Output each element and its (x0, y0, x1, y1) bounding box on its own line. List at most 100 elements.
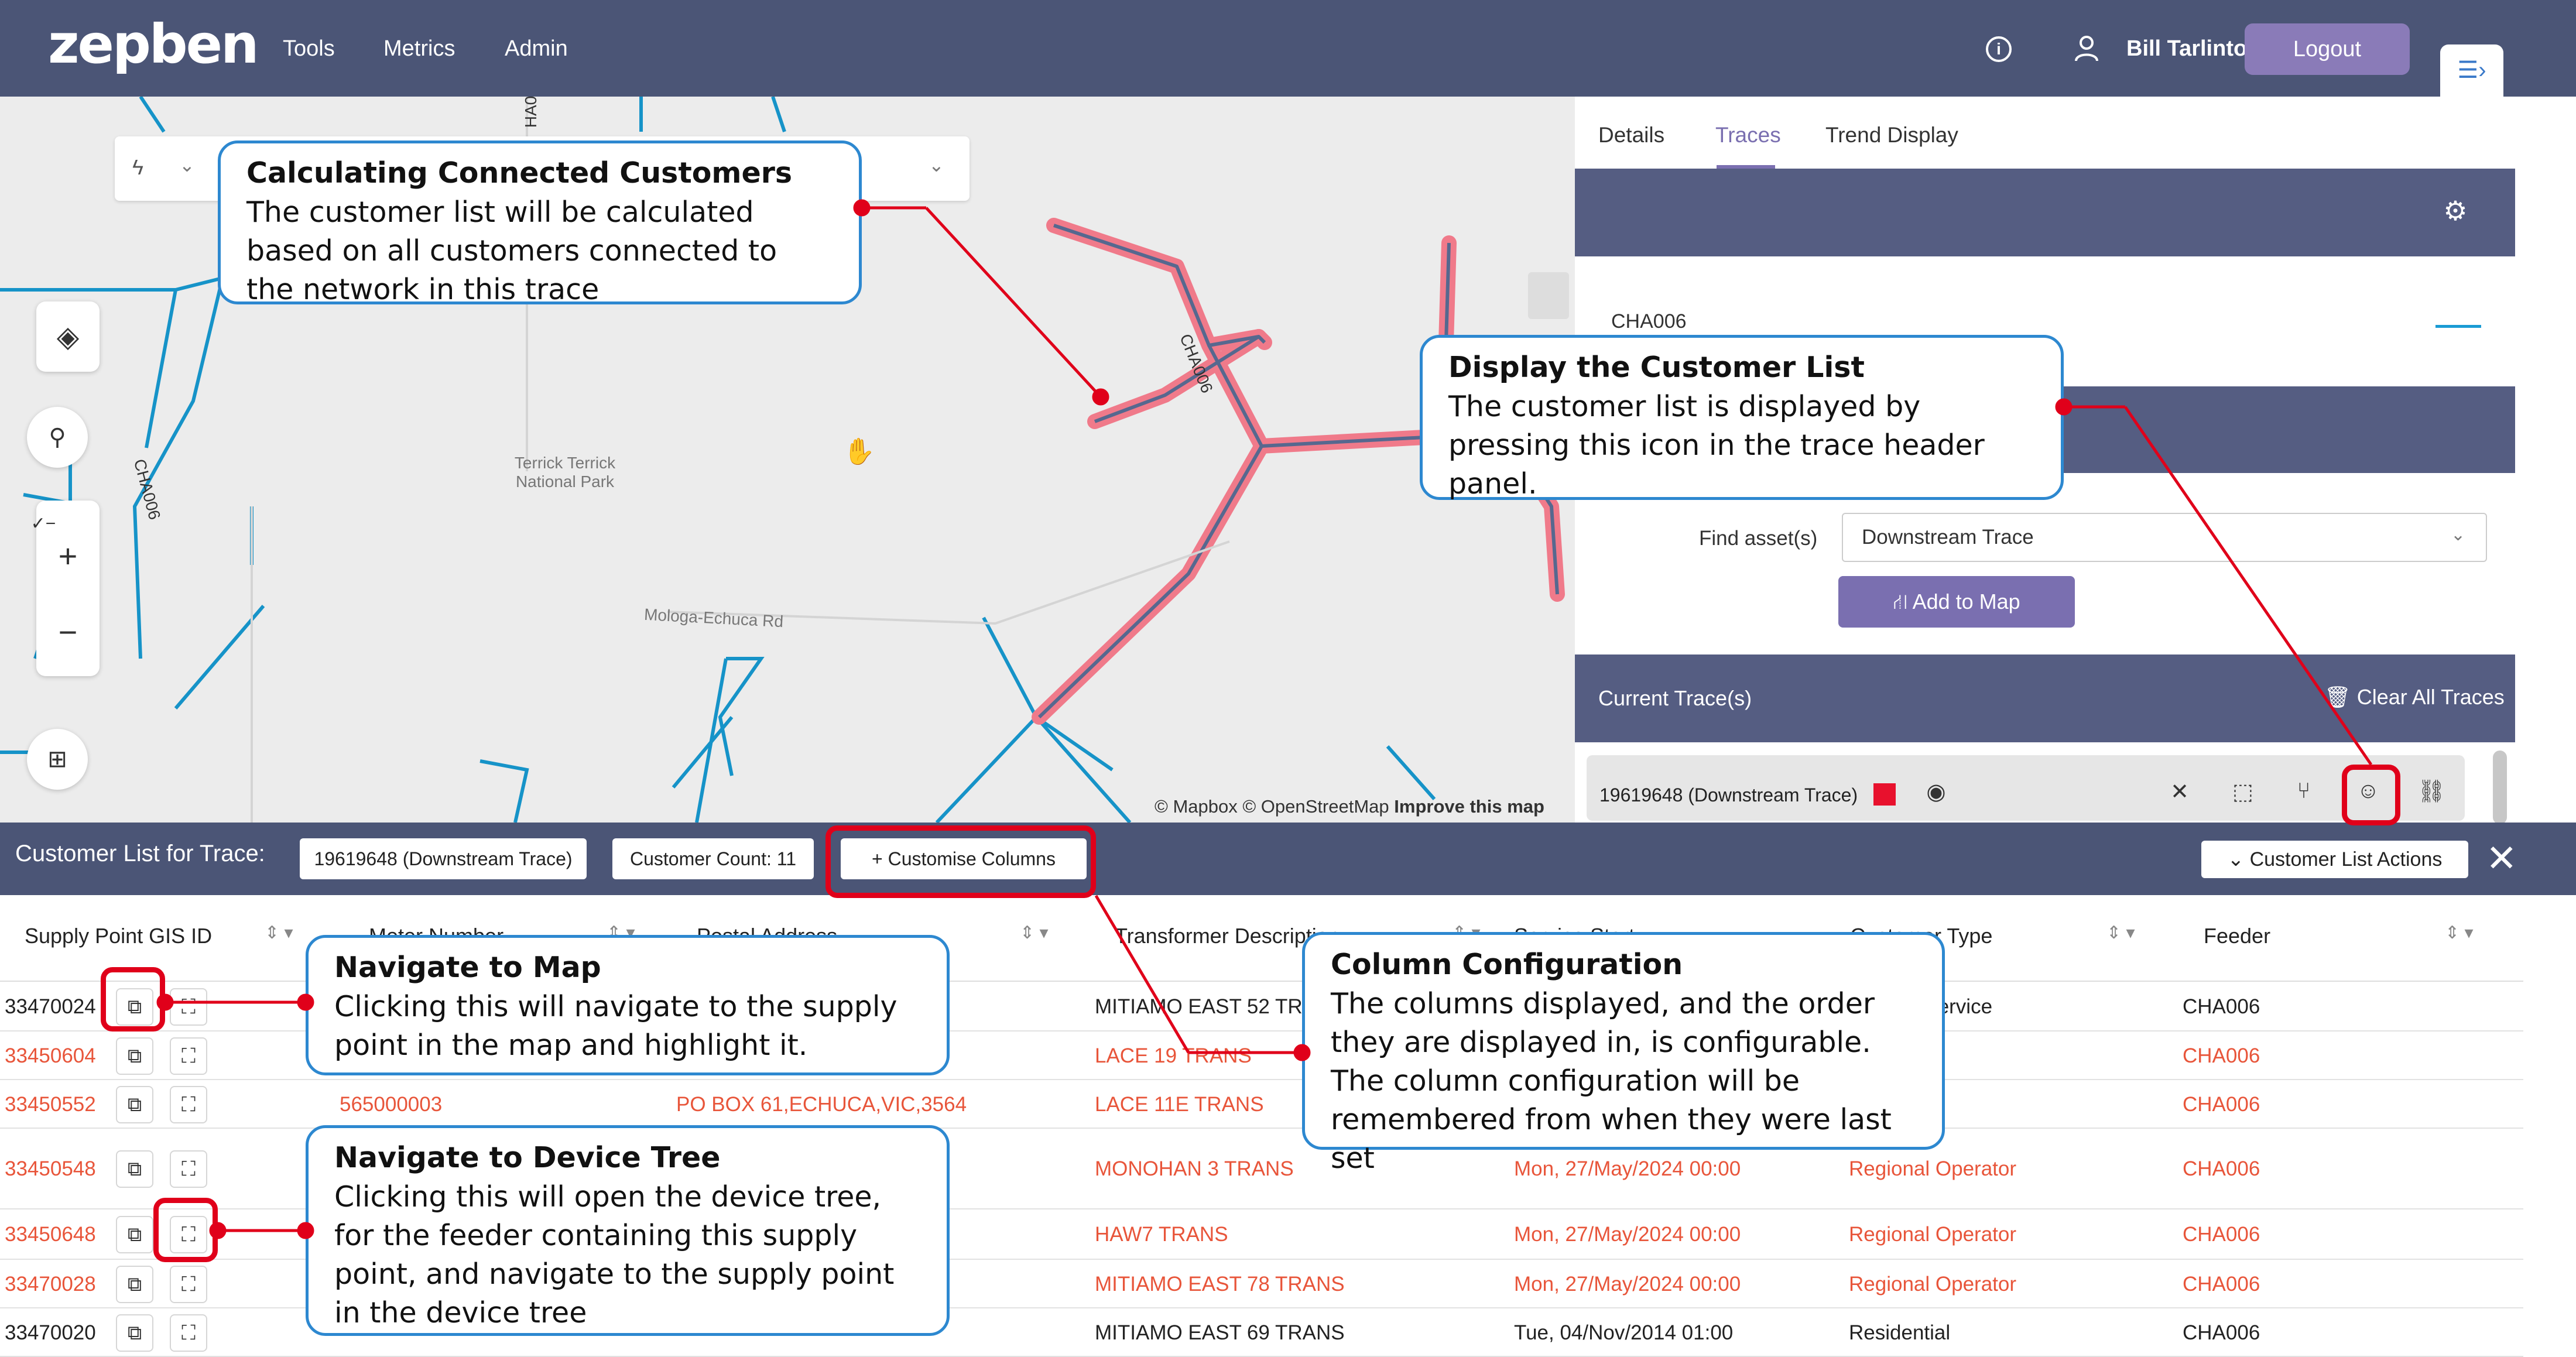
chevron-down-icon[interactable]: ⌄ (929, 154, 944, 176)
feeder-cell: CHA006 (2183, 1223, 2260, 1246)
map-label-park: Terrick Terrick National Park (514, 454, 616, 491)
highlight-customer-list-icon (2342, 765, 2400, 825)
navigate-to-map-icon[interactable]: ⧉ (116, 1314, 153, 1352)
trace-name: CHA006 (1611, 310, 1687, 333)
zoom-out-icon[interactable]: − (36, 606, 100, 659)
tab-details[interactable]: Details (1598, 123, 1664, 148)
supply-point-id-cell[interactable]: 33450648 (5, 1223, 96, 1246)
callout-title: Display the Customer List (1448, 351, 1865, 384)
postal-address-cell: PO BOX 61,ECHUCA,VIC,3564 (676, 1092, 967, 1116)
zoom-to-trace-icon[interactable]: ⬚ (2228, 779, 2258, 805)
panel-scrollbar[interactable] (2493, 751, 2507, 824)
transformer-description-cell: HAW7 TRANS (1095, 1223, 1228, 1246)
callout-title: Navigate to Device Tree (334, 1141, 721, 1174)
hierarchy-icon[interactable]: ⚲ (27, 407, 88, 468)
map-attribution: © Mapbox © OpenStreetMap Improve this ma… (1155, 796, 1544, 817)
gift-icon[interactable]: ⊞ (27, 729, 88, 790)
find-assets-select[interactable]: Downstream Trace (1842, 513, 2487, 562)
customer-list-actions-button[interactable]: ⌄ Customer List Actions (2201, 841, 2468, 878)
device-tree-icon[interactable]: ⛶ (170, 1037, 207, 1075)
navigate-to-map-icon[interactable]: ⧉ (116, 1037, 153, 1075)
device-tree-icon[interactable]: ⛶ (170, 1150, 207, 1188)
trace-color-swatch[interactable] (1873, 783, 1896, 806)
improve-map-link[interactable]: Improve this map (1394, 796, 1544, 817)
trace-header-band (1575, 169, 2515, 256)
transformer-description-cell: MITIAMO EAST 78 TRANS (1095, 1272, 1345, 1296)
gear-icon[interactable]: ⚙ (2441, 197, 2469, 225)
clear-all-traces-label: Clear All Traces (2356, 685, 2505, 709)
sort-icon[interactable]: ⇕ ▾ (2445, 923, 2474, 943)
user-icon (2075, 36, 2098, 61)
supply-point-id-cell[interactable]: 33450548 (5, 1157, 96, 1181)
callout-device-tree: Navigate to Device Tree Clicking this wi… (306, 1125, 950, 1336)
trace-chip: 19619648 (Downstream Trace) (300, 838, 587, 879)
nav-metrics[interactable]: Metrics (383, 36, 455, 61)
attribution-text: © Mapbox © OpenStreetMap (1155, 796, 1389, 817)
callout-title: Navigate to Map (334, 951, 601, 984)
feeder-cell: CHA006 (2183, 1092, 2260, 1116)
close-icon[interactable]: ✕ (2486, 835, 2517, 882)
customer-list-actions-label: Customer List Actions (2249, 848, 2443, 871)
chevron-down-icon[interactable]: ⌄ (179, 154, 195, 176)
tab-traces[interactable]: Traces (1715, 123, 1781, 148)
navigate-to-map-icon[interactable]: ⧉ (116, 1085, 153, 1123)
trash-icon: 🗑 (2324, 685, 2357, 709)
device-tree-icon[interactable]: ⛶ (170, 1265, 207, 1303)
callout-body: The columns displayed, and the order the… (1331, 987, 1892, 1175)
device-tree-icon[interactable]: ⛶ (170, 1314, 207, 1352)
find-assets-label: Find asset(s) (1699, 527, 1818, 550)
service-start-cell: Tue, 04/Nov/2014 01:00 (1514, 1321, 1734, 1344)
callout-title: Calculating Connected Customers (246, 156, 793, 190)
zoom-in-icon[interactable]: + (36, 530, 100, 582)
add-to-map-label: Add to Map (1912, 590, 2020, 614)
close-icon[interactable]: ✕ (2165, 779, 2194, 805)
navigate-to-map-icon[interactable]: ⧉ (116, 1216, 153, 1253)
eye-icon[interactable]: ◉ (1921, 779, 1951, 805)
callout-body: Clicking this will open the device tree,… (334, 1180, 895, 1329)
clear-all-traces-button[interactable]: 🗑 Clear All Traces (2324, 685, 2505, 710)
column-header[interactable]: Supply Point GIS ID (25, 924, 212, 948)
customer-count-chip: Customer Count: 11 (612, 838, 814, 879)
navigate-to-map-icon[interactable]: ⧉ (116, 1150, 153, 1188)
chevron-down-icon: ⌄ (2451, 525, 2466, 544)
logout-button[interactable]: Logout (2245, 23, 2410, 75)
panel-toggle-icon[interactable]: ☰› (2440, 44, 2503, 97)
meter-number-cell: 565000003 (340, 1092, 443, 1116)
checklist-icon[interactable]: ✓− (28, 513, 59, 534)
supply-point-id-cell[interactable]: 33450552 (5, 1093, 96, 1116)
callout-body: Clicking this will navigate to the suppl… (334, 990, 898, 1062)
chevron-down-icon: ⌄ (2227, 848, 2250, 871)
navigate-to-map-icon[interactable]: ⧉ (116, 1265, 153, 1303)
customer-type-cell: Regional Operator (1849, 1223, 2016, 1246)
sort-icon[interactable]: ⇕ ▾ (265, 923, 293, 943)
zepben-logo[interactable]: zepben (48, 13, 259, 76)
callout-column-config: Column Configuration The columns display… (1302, 932, 1945, 1175)
layers-icon[interactable]: ◈ (36, 301, 100, 372)
trace-row-label: 19619648 (Downstream Trace) (1599, 784, 1858, 806)
supply-point-id-cell[interactable]: 33470020 (5, 1321, 96, 1345)
info-icon[interactable]: i (1986, 36, 2012, 62)
feeder-cell: CHA006 (2183, 1157, 2260, 1180)
feeder-cell: CHA006 (2183, 1321, 2260, 1344)
tab-trend-display[interactable]: Trend Display (1825, 123, 1958, 148)
highlight-navigate-map (101, 967, 165, 1032)
link-icon[interactable]: ⛓ (2417, 779, 2446, 804)
trace-line-swatch (2435, 325, 2481, 328)
device-tree-icon[interactable]: ⛶ (170, 988, 207, 1026)
nav-tools[interactable]: Tools (283, 36, 335, 61)
current-traces-label: Current Trace(s) (1598, 686, 1752, 710)
sort-icon[interactable]: ⇕ ▾ (1020, 923, 1049, 943)
device-tree-icon[interactable]: ⛶ (170, 1085, 207, 1123)
supply-point-id-cell[interactable]: 33450604 (5, 1044, 96, 1068)
add-to-map-button[interactable]: ⛙ Add to Map (1838, 576, 2075, 628)
callout-body: The customer list is displayed by pressi… (1448, 390, 1985, 501)
username[interactable]: Bill Tarlinton (2126, 36, 2260, 61)
sort-icon[interactable]: ⇕ ▾ (2106, 923, 2135, 943)
column-header[interactable]: Feeder (2204, 924, 2270, 948)
transformer-description-cell: MONOHAN 3 TRANS (1095, 1157, 1294, 1180)
customer-list-title: Customer List for Trace: (15, 841, 265, 866)
branch-icon[interactable]: ⑂ (2289, 779, 2318, 804)
supply-point-id-cell[interactable]: 33470024 (5, 995, 96, 1019)
supply-point-id-cell[interactable]: 33470028 (5, 1273, 96, 1296)
nav-admin[interactable]: Admin (505, 36, 568, 61)
